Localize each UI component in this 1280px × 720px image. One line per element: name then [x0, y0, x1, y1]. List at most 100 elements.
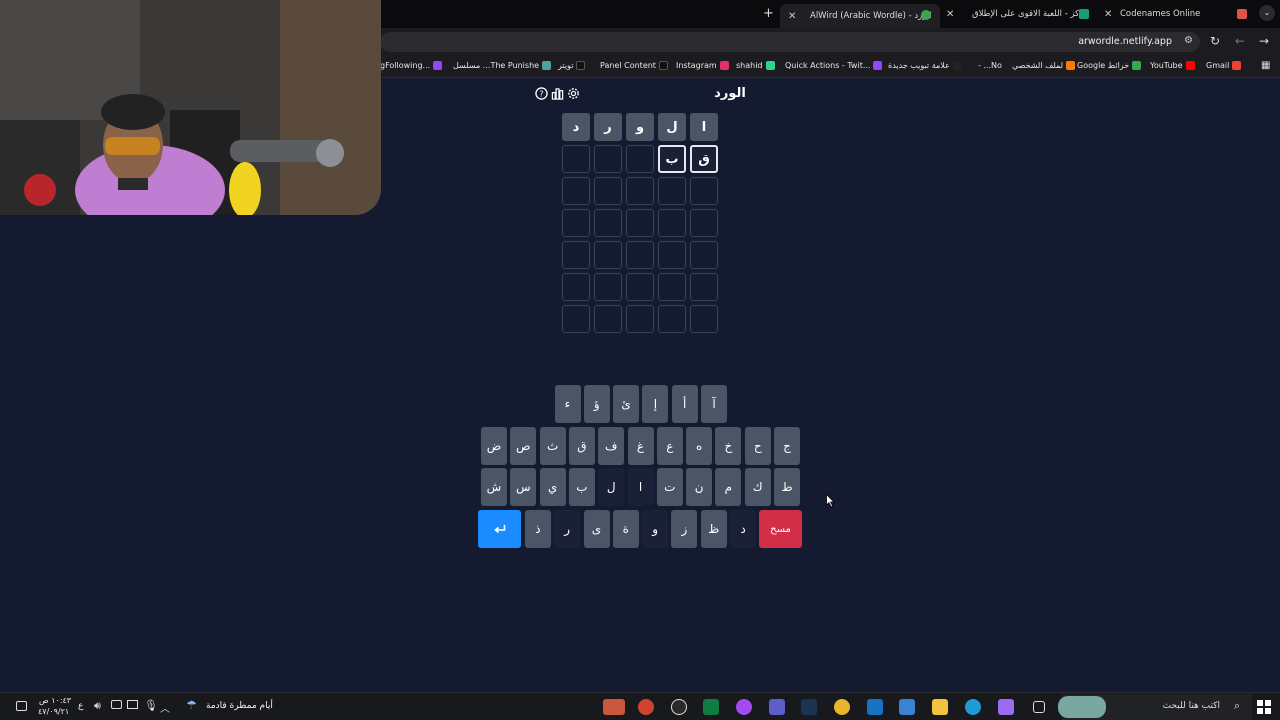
keyboard-key[interactable]: ج — [774, 427, 800, 465]
keyboard-key[interactable]: خ — [715, 427, 742, 465]
back-icon[interactable]: → — [1259, 34, 1269, 48]
keyboard-key[interactable]: ف — [598, 427, 625, 465]
store-icon[interactable] — [899, 699, 915, 715]
bookmark-maps[interactable]: Google خرائط — [1077, 61, 1142, 70]
bookmark-quick-actions[interactable]: Quick Actions - Twit... — [785, 61, 883, 70]
tab-alwird[interactable]: ✕ AlWird (Arabic Wordle) - الورد — [780, 4, 940, 28]
keyboard-key[interactable]: ز — [671, 510, 698, 548]
steam-icon[interactable] — [801, 699, 817, 715]
weather-icon: ☂ — [186, 698, 197, 712]
obs-icon[interactable] — [671, 699, 687, 715]
show-hidden-icons[interactable]: ︿ — [160, 700, 170, 715]
outlook-icon[interactable] — [867, 699, 883, 715]
delete-key-button[interactable]: مسح — [759, 510, 802, 548]
copilot-icon[interactable] — [998, 699, 1014, 715]
keyboard-key[interactable]: ذ — [524, 510, 551, 548]
keyboard-key[interactable]: م — [715, 468, 742, 506]
start-windows-icon[interactable] — [1257, 700, 1271, 714]
keyboard-key[interactable]: ت — [656, 468, 683, 506]
keyboard-key[interactable]: ى — [583, 510, 610, 548]
board-tile — [562, 145, 590, 173]
keyboard-key[interactable]: ظ — [700, 510, 727, 548]
bookmark-panel-content[interactable]: Panel Content — [600, 61, 668, 70]
tab-list-icon[interactable]: ⌄ — [1259, 5, 1275, 21]
keyboard-key[interactable]: ص — [510, 427, 537, 465]
file-explorer-icon[interactable] — [932, 699, 948, 715]
display-icon[interactable] — [127, 700, 138, 709]
clock-time[interactable]: ١٠:٤٣ ص — [39, 696, 71, 705]
new-tab-button[interactable]: + — [763, 6, 774, 21]
bookmark-following[interactable]: gFollowing... — [380, 61, 443, 70]
keyboard-key[interactable]: ش — [481, 468, 507, 506]
keyboard-key[interactable]: غ — [627, 427, 654, 465]
microphone-icon[interactable]: 🎙 — [144, 699, 158, 712]
keyboard-key[interactable]: ب — [568, 468, 595, 506]
forward-icon[interactable]: ← — [1235, 34, 1245, 48]
keyboard-key[interactable]: ر — [554, 510, 581, 548]
keyboard-key[interactable]: إ — [642, 385, 669, 423]
game-app-icon[interactable] — [603, 699, 625, 715]
keyboard-key[interactable]: آ — [701, 385, 727, 423]
messenger-icon[interactable] — [736, 699, 752, 715]
keyboard-key[interactable]: ء — [554, 385, 581, 423]
chrome-icon[interactable] — [834, 699, 850, 715]
weather-text[interactable]: أيام ممطرة قادمة — [206, 701, 273, 711]
volume-icon[interactable]: 🔊︎ — [94, 699, 101, 713]
enter-key-button[interactable] — [478, 510, 521, 548]
teams-icon[interactable] — [769, 699, 785, 715]
keyboard-key[interactable]: ل — [598, 468, 625, 506]
keyboard-key[interactable]: ن — [686, 468, 713, 506]
mouse-cursor-icon — [826, 494, 835, 508]
keyboard-key[interactable]: ض — [481, 427, 507, 465]
edge-icon[interactable] — [965, 699, 981, 715]
apps-grid-icon[interactable]: ▦ — [1261, 60, 1270, 71]
settings-icon[interactable] — [566, 86, 580, 100]
keyboard-key[interactable]: ه — [686, 427, 713, 465]
keyboard-key[interactable]: و — [642, 510, 669, 548]
keyboard-key[interactable]: ا — [627, 468, 654, 506]
help-icon[interactable]: ? — [534, 86, 548, 100]
keyboard-key[interactable]: ع — [656, 427, 683, 465]
board-tile — [562, 273, 590, 301]
close-icon[interactable]: ✕ — [788, 11, 796, 22]
close-icon[interactable]: ✕ — [946, 9, 954, 20]
bookmark-gmail[interactable]: Gmail — [1206, 61, 1242, 70]
stats-icon[interactable] — [550, 86, 564, 100]
taskbar-search-box[interactable]: ⌕ اكتب هنا للبحث — [1058, 694, 1252, 720]
reload-icon[interactable]: ↻ — [1210, 34, 1220, 48]
bookmark-shahid[interactable]: shahid — [736, 61, 775, 70]
url-field[interactable]: arwordle.netlify.app ⚙ — [380, 32, 1200, 52]
tab-codenames[interactable]: ✕ Codenames Online — [1100, 4, 1220, 24]
bookmark-no[interactable]: - ...No — [978, 61, 1002, 70]
excel-icon[interactable] — [703, 699, 719, 715]
keyboard-key[interactable]: ح — [744, 427, 771, 465]
keyboard-key[interactable]: د — [730, 510, 756, 548]
keyboard-key[interactable]: ك — [744, 468, 771, 506]
keyboard-key[interactable]: أ — [671, 385, 698, 423]
keyboard-key[interactable]: س — [510, 468, 537, 506]
keyboard-key[interactable]: ئ — [613, 385, 640, 423]
task-view-icon[interactable] — [1033, 701, 1045, 713]
keyboard-key[interactable]: ة — [612, 510, 639, 548]
keyboard-key[interactable]: ؤ — [583, 385, 610, 423]
bookmark-twitter[interactable]: تويتر — [558, 61, 586, 70]
tab-rakkez[interactable]: ✕ ركز - اللعبة الاقوى على الإطلاق — [940, 4, 1090, 24]
bookmark-youtube[interactable]: YouTube — [1150, 61, 1195, 70]
notifications-icon[interactable] — [16, 701, 27, 711]
keyboard-key[interactable]: ق — [568, 427, 595, 465]
input-language[interactable]: ع — [78, 701, 83, 711]
keyboard-key[interactable]: ي — [539, 468, 566, 506]
close-icon[interactable]: ✕ — [1104, 9, 1112, 20]
board-tile: ر — [594, 113, 622, 141]
instagram-icon — [719, 61, 729, 70]
bookmark-instagram[interactable]: Instagram — [676, 61, 729, 70]
bookmark-profile[interactable]: لملف الشخصي — [1012, 61, 1076, 70]
bookmark-punisher[interactable]: مسلسل ...The Punishe — [453, 61, 552, 70]
site-settings-icon[interactable]: ⚙ — [1184, 35, 1193, 46]
clock-date[interactable]: ٤٧/٠٩/٢١ — [38, 707, 69, 716]
bookmark-new-tab[interactable]: علامة تبويب جديدة — [888, 61, 962, 70]
network-icon[interactable] — [111, 700, 122, 709]
chrome-profile-icon[interactable] — [638, 699, 654, 715]
keyboard-key[interactable]: ط — [774, 468, 800, 506]
keyboard-key[interactable]: ث — [539, 427, 566, 465]
